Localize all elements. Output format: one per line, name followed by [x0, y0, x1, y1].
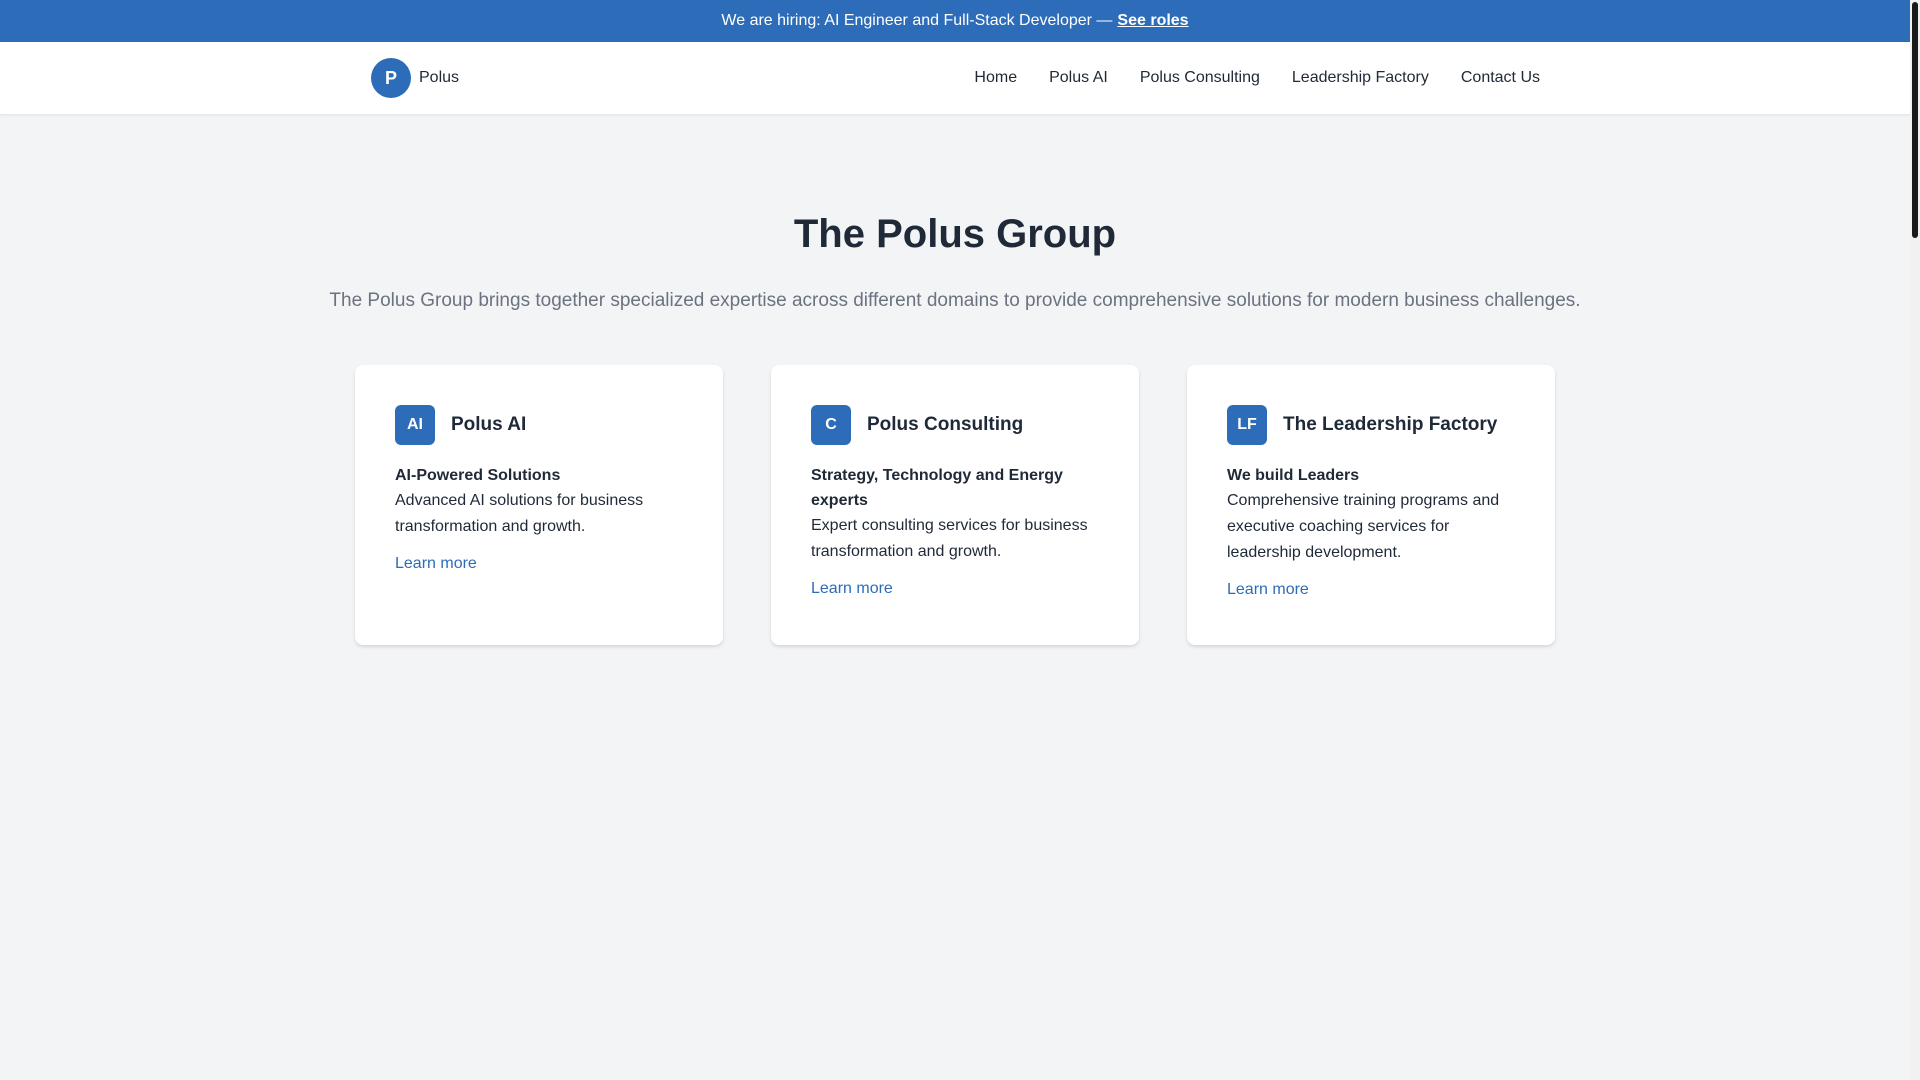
card-tagline: We build Leaders — [1227, 467, 1360, 484]
card-tagline: Strategy, Technology and Energy experts — [811, 467, 1063, 509]
scrollbar-thumb[interactable] — [1912, 2, 1918, 238]
card-polus-ai: AI Polus AI AI-Powered Solutions Advance… — [355, 365, 723, 645]
learn-more-polus-consulting-link[interactable]: Learn more — [811, 580, 893, 598]
main-nav: Home Polus AI Polus Consulting Leadershi… — [974, 42, 1540, 114]
nav-leadership-factory[interactable]: Leadership Factory — [1292, 69, 1429, 87]
brand-logo-icon: P — [371, 58, 411, 98]
card-header: LF The Leadership Factory — [1227, 405, 1515, 445]
page-title: The Polus Group — [793, 212, 1117, 256]
nav-contact-us[interactable]: Contact Us — [1461, 69, 1540, 87]
announcement-message: We are hiring: AI Engineer and Full-Stac… — [721, 12, 1113, 29]
see-roles-link[interactable]: See roles — [1117, 12, 1188, 30]
card-header: C Polus Consulting — [811, 405, 1099, 445]
leadership-badge-icon: LF — [1227, 405, 1267, 445]
card-description: Advanced AI solutions for business trans… — [395, 492, 644, 535]
ai-badge-icon: AI — [395, 405, 435, 445]
brand-name: Polus — [419, 69, 460, 86]
division-cards: AI Polus AI AI-Powered Solutions Advance… — [355, 365, 1555, 645]
learn-more-polus-ai-link[interactable]: Learn more — [395, 555, 477, 573]
consulting-badge-icon: C — [811, 405, 851, 445]
card-title: The Leadership Factory — [1283, 414, 1498, 435]
learn-more-leadership-factory-link[interactable]: Learn more — [1227, 581, 1309, 599]
nav-home[interactable]: Home — [974, 69, 1017, 87]
page-subtitle: The Polus Group brings together speciali… — [329, 290, 1581, 311]
announcement-bar: We are hiring: AI Engineer and Full-Stac… — [0, 0, 1910, 42]
card-description: Comprehensive training programs and exec… — [1227, 492, 1500, 561]
page-scrollbar[interactable] — [1910, 0, 1920, 1080]
card-title: Polus Consulting — [867, 414, 1024, 435]
card-header: AI Polus AI — [395, 405, 683, 445]
card-tagline: AI-Powered Solutions — [395, 467, 561, 484]
nav-polus-consulting[interactable]: Polus Consulting — [1140, 69, 1260, 87]
nav-polus-ai[interactable]: Polus AI — [1049, 69, 1108, 87]
brand-logo-link[interactable]: P Polus — [371, 58, 459, 98]
site-header: P Polus Home Polus AI Polus Consulting L… — [0, 42, 1910, 115]
card-polus-consulting: C Polus Consulting Strategy, Technology … — [771, 365, 1139, 645]
card-title: Polus AI — [451, 414, 527, 435]
card-leadership-factory: LF The Leadership Factory We build Leade… — [1187, 365, 1555, 645]
card-description: Expert consulting services for business … — [811, 517, 1088, 560]
page: We are hiring: AI Engineer and Full-Stac… — [0, 0, 1920, 1080]
